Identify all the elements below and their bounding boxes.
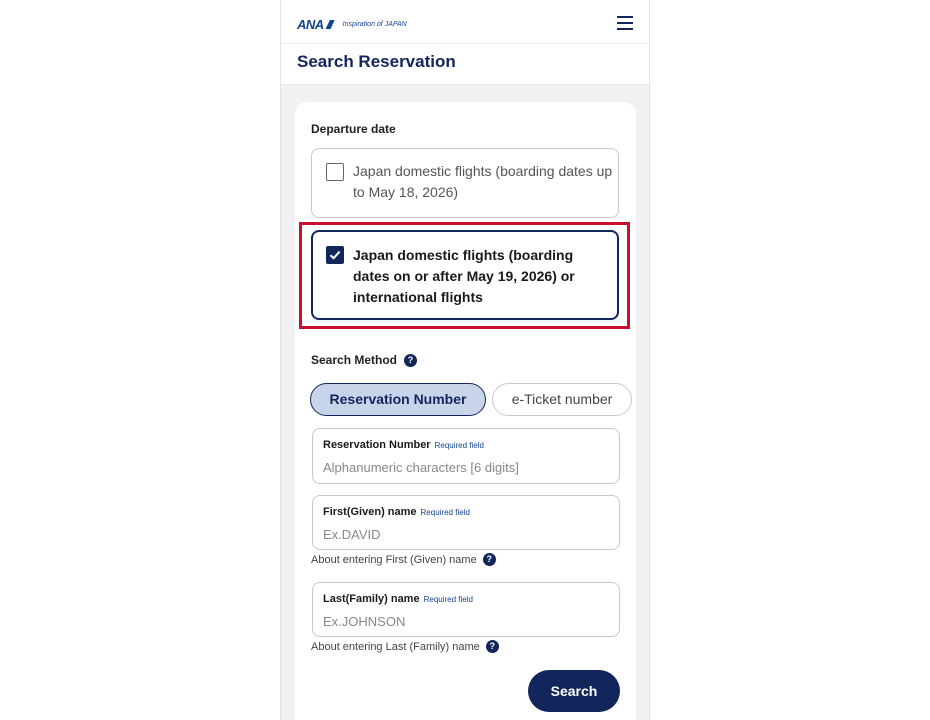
logo-text: ANA	[297, 17, 324, 32]
option-label: Japan domestic flights (boarding dates o…	[353, 247, 575, 305]
help-icon[interactable]: ?	[482, 553, 496, 566]
required-marker: Required field	[420, 508, 470, 517]
checkbox-checked-icon[interactable]	[326, 246, 344, 264]
about-first-name-text: About entering First (Given) name	[311, 553, 477, 566]
help-icon[interactable]: ?	[485, 640, 499, 653]
mobile-page: ANA Inspiration of JAPAN Search Reservat…	[280, 0, 650, 720]
required-marker: Required field	[423, 595, 473, 604]
about-first-name-link[interactable]: About entering First (Given) name ?	[311, 553, 496, 566]
required-marker: Required field	[434, 441, 484, 450]
departure-date-label: Departure date	[311, 122, 396, 136]
option-domestic-after-or-international[interactable]: Japan domestic flights (boarding dates o…	[311, 230, 619, 320]
field-label-text: Last(Family) name	[323, 593, 420, 605]
field-label: Last(Family) name Required field	[323, 593, 473, 605]
search-button[interactable]: Search	[528, 670, 620, 712]
last-name-field[interactable]: Last(Family) name Required field	[312, 582, 620, 637]
logo-stripe-icon	[324, 20, 337, 29]
search-method-text: Search Method	[311, 353, 398, 367]
tab-e-ticket-number[interactable]: e-Ticket number	[492, 383, 632, 416]
ana-logo[interactable]: ANA Inspiration of JAPAN	[297, 17, 407, 32]
option-domestic-before[interactable]: Japan domestic flights (boarding dates u…	[311, 148, 619, 218]
logo-tagline: Inspiration of JAPAN	[342, 21, 407, 28]
last-name-input[interactable]	[323, 612, 608, 630]
field-label: Reservation Number Required field	[323, 439, 484, 451]
search-card: Departure date Japan domestic flights (b…	[295, 102, 636, 720]
help-icon[interactable]: ?	[404, 353, 418, 367]
top-bar: ANA Inspiration of JAPAN	[281, 0, 649, 44]
checkbox-unchecked-icon[interactable]	[326, 163, 344, 181]
field-label: First(Given) name Required field	[323, 506, 470, 518]
about-last-name-link[interactable]: About entering Last (Family) name ?	[311, 640, 499, 653]
about-last-name-text: About entering Last (Family) name	[311, 640, 480, 653]
page-title: Search Reservation	[297, 52, 456, 71]
first-name-field[interactable]: First(Given) name Required field	[312, 495, 620, 550]
first-name-input[interactable]	[323, 525, 608, 543]
reservation-number-field[interactable]: Reservation Number Required field	[312, 428, 620, 484]
option-label: Japan domestic flights (boarding dates u…	[353, 163, 613, 200]
search-method-label: Search Method ?	[311, 353, 418, 367]
field-label-text: Reservation Number	[323, 439, 431, 451]
reservation-number-input[interactable]	[323, 458, 608, 476]
tab-reservation-number[interactable]: Reservation Number	[310, 383, 486, 416]
field-label-text: First(Given) name	[323, 506, 417, 518]
hamburger-menu-icon[interactable]	[617, 16, 633, 30]
